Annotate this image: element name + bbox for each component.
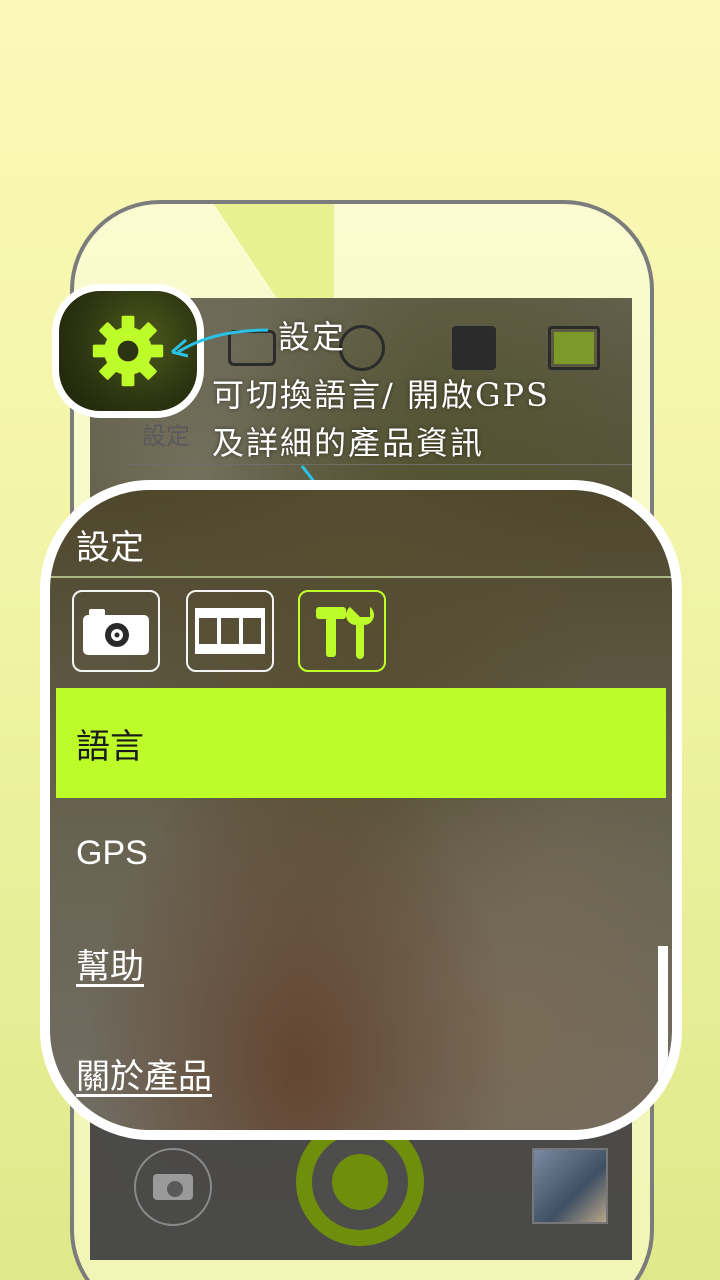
camera-switch-icon[interactable] [134,1148,212,1226]
camera-mode-icon[interactable] [228,326,276,370]
settings-gear-callout[interactable] [52,284,204,418]
gear-icon [92,315,164,387]
menu-item-label: 幫助 [76,946,144,987]
tab-video-settings[interactable] [186,590,274,672]
callout-description-line2: 及詳細的產品資訊 [212,424,485,462]
menu-item-gps[interactable]: GPS [56,798,666,908]
menu-item-help[interactable]: 幫助 [56,908,666,1018]
tab-tools-settings[interactable] [298,590,386,672]
menu-item-language[interactable]: 語言 [56,688,666,798]
callout-description-line1: 可切換語言/ 開啟GPS [212,376,550,414]
tab-camera-settings[interactable] [72,590,160,672]
panel-divider [50,576,672,578]
camera-gear-icon [83,609,149,655]
panel-title: 設定 [76,528,144,568]
menu-item-about[interactable]: 關於產品 [56,1018,666,1128]
settings-panel: 設定 語言 GPS 幫助 關於產品 [40,480,682,1140]
scrollbar[interactable] [658,946,668,1106]
hammer-wrench-icon [316,607,374,659]
battery-icon [548,326,600,370]
film-strip-icon [195,608,265,654]
callout-title: 設定 [278,318,347,356]
gallery-thumbnail[interactable] [532,1148,608,1224]
menu-item-label: 關於產品 [76,1056,212,1097]
menu-item-label: 語言 [76,726,144,767]
settings-label[interactable]: 設定 [142,416,190,451]
menu-item-label: GPS [76,833,148,872]
auto-mode-icon[interactable]: A [452,326,496,370]
divider [130,464,632,465]
